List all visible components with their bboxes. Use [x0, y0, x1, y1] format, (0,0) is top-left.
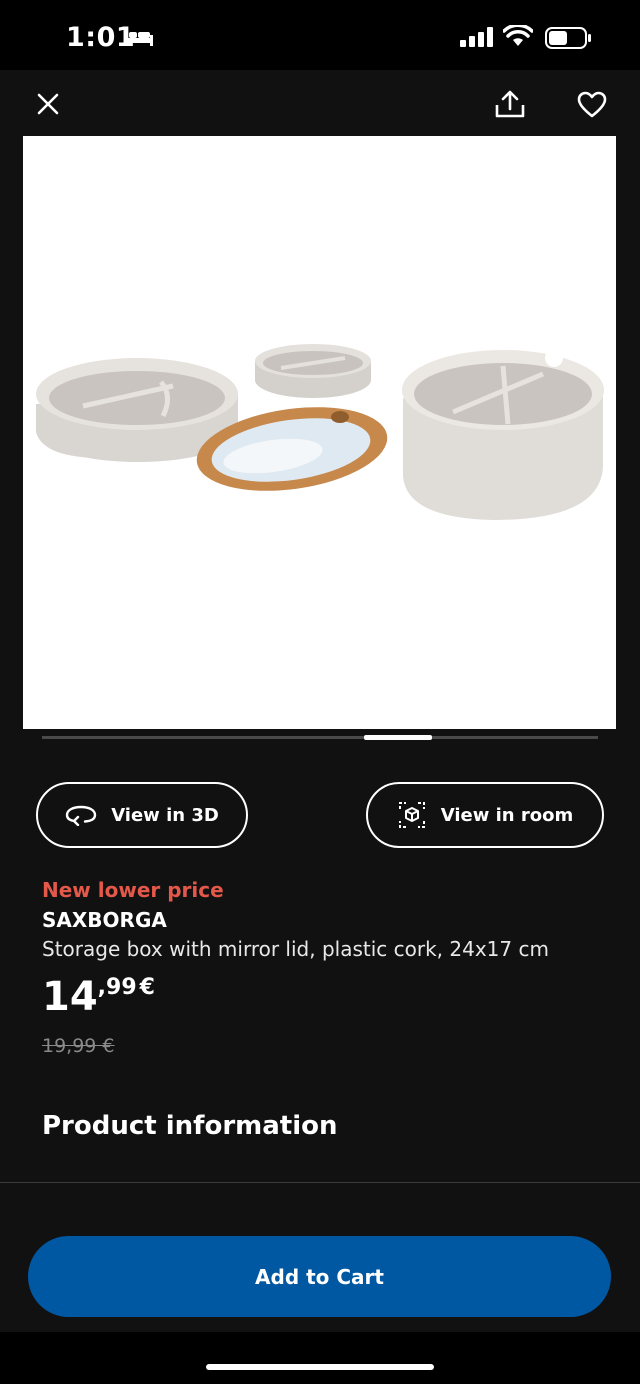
- top-bar: [0, 70, 640, 136]
- promo-label: New lower price: [42, 878, 224, 902]
- cellular-signal-icon: [460, 27, 494, 51]
- price-decimal: ,99: [97, 975, 137, 1000]
- product-photo: [36, 344, 604, 520]
- add-to-cart-label: Add to Cart: [255, 1264, 384, 1289]
- battery-icon: [545, 27, 593, 53]
- image-carousel-indicator: [42, 735, 598, 740]
- rotate-3d-icon: [65, 805, 97, 826]
- view-in-3d-button[interactable]: View in 3D: [36, 782, 248, 848]
- close-icon: [37, 93, 59, 115]
- wifi-icon: [502, 23, 534, 51]
- product-name: SAXBORGA: [42, 908, 167, 932]
- share-icon: [495, 90, 525, 118]
- price-integer: 14: [42, 974, 98, 1020]
- price-currency: €: [139, 975, 155, 1000]
- close-button[interactable]: [30, 86, 66, 122]
- divider: [0, 1182, 640, 1183]
- sleep-mode-icon: [124, 26, 154, 52]
- current-price: 14,99 €: [42, 974, 155, 1020]
- product-page: View in 3D View in room New lower price …: [0, 70, 640, 1332]
- view-in-room-label: View in room: [440, 804, 574, 826]
- product-description: Storage box with mirror lid, plastic cor…: [42, 937, 549, 961]
- ar-cube-icon: [398, 802, 425, 828]
- carousel-position-thumb: [364, 735, 432, 740]
- screen: 1:01 View in 3D View in room New lower p…: [0, 0, 640, 1384]
- share-button[interactable]: [490, 84, 530, 124]
- view-in-3d-label: View in 3D: [111, 804, 219, 826]
- view-in-room-button[interactable]: View in room: [366, 782, 604, 848]
- product-image[interactable]: [23, 136, 616, 729]
- heart-icon: [577, 91, 607, 117]
- previous-price: 19,99 €: [42, 1035, 115, 1057]
- status-bar: 1:01: [0, 0, 640, 70]
- home-indicator[interactable]: [206, 1364, 434, 1370]
- product-information-heading[interactable]: Product information: [42, 1111, 338, 1141]
- favorite-button[interactable]: [572, 84, 612, 124]
- add-to-cart-button[interactable]: Add to Cart: [28, 1236, 611, 1317]
